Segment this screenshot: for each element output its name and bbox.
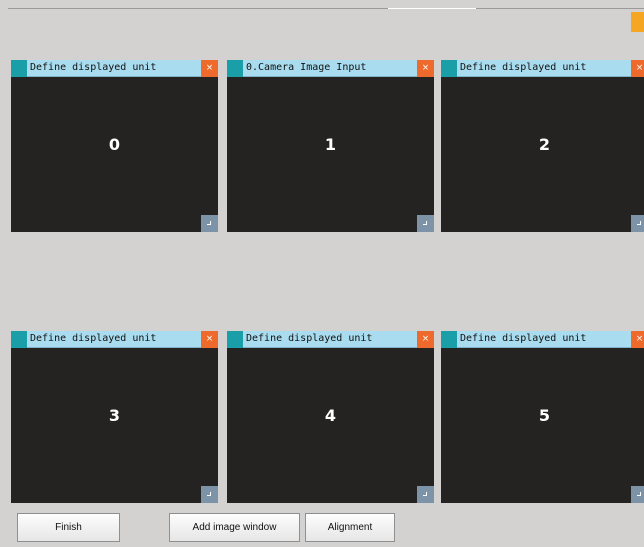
image-viewport[interactable]: 3 [11,348,218,503]
resize-handle[interactable] [201,215,218,232]
window-title-bar[interactable]: Define displayed unit × [227,331,434,348]
alignment-button[interactable]: Alignment [305,513,395,542]
add-image-window-button[interactable]: Add image window [169,513,300,542]
color-tag [227,331,243,348]
image-window-4[interactable]: Define displayed unit × 4 [227,331,434,503]
color-tag [441,60,457,77]
window-title: Define displayed unit [246,333,373,344]
top-divider [0,0,644,9]
resize-handle[interactable] [631,215,644,232]
window-title-bar[interactable]: Define displayed unit × [11,60,218,77]
resize-handle[interactable] [417,215,434,232]
window-title-bar[interactable]: Define displayed unit × [441,331,644,348]
finish-button[interactable]: Finish [17,513,120,542]
window-title: Define displayed unit [460,333,587,344]
close-button[interactable]: × [201,60,218,77]
window-number: 4 [324,405,337,425]
status-indicator [631,12,644,32]
image-window-2[interactable]: Define displayed unit × 2 [441,60,644,232]
color-tag [227,60,243,77]
image-window-1[interactable]: 0.Camera Image Input × 1 [227,60,434,232]
window-number: 2 [538,134,551,154]
window-title-bar[interactable]: 0.Camera Image Input × [227,60,434,77]
image-window-5[interactable]: Define displayed unit × 5 [441,331,644,503]
window-title-bar[interactable]: Define displayed unit × [11,331,218,348]
window-number: 5 [538,405,551,425]
window-title-bar[interactable]: Define displayed unit × [441,60,644,77]
color-tag [11,60,27,77]
image-viewport[interactable]: 1 [227,77,434,232]
color-tag [441,331,457,348]
window-title: Define displayed unit [30,62,157,73]
window-title: Define displayed unit [30,333,157,344]
close-button[interactable]: × [631,60,644,77]
window-number: 3 [108,405,121,425]
close-button[interactable]: × [631,331,644,348]
image-viewport[interactable]: 0 [11,77,218,232]
image-window-0[interactable]: Define displayed unit × 0 [11,60,218,232]
window-title: 0.Camera Image Input [246,62,367,73]
window-number: 1 [324,134,337,154]
window-title: Define displayed unit [460,62,587,73]
image-viewport[interactable]: 5 [441,348,644,503]
image-viewport[interactable]: 2 [441,77,644,232]
resize-handle[interactable] [417,486,434,503]
resize-handle[interactable] [201,486,218,503]
close-button[interactable]: × [417,60,434,77]
resize-handle[interactable] [631,486,644,503]
image-viewport[interactable]: 4 [227,348,434,503]
color-tag [11,331,27,348]
window-number: 0 [108,134,121,154]
close-button[interactable]: × [417,331,434,348]
image-window-3[interactable]: Define displayed unit × 3 [11,331,218,503]
close-button[interactable]: × [201,331,218,348]
